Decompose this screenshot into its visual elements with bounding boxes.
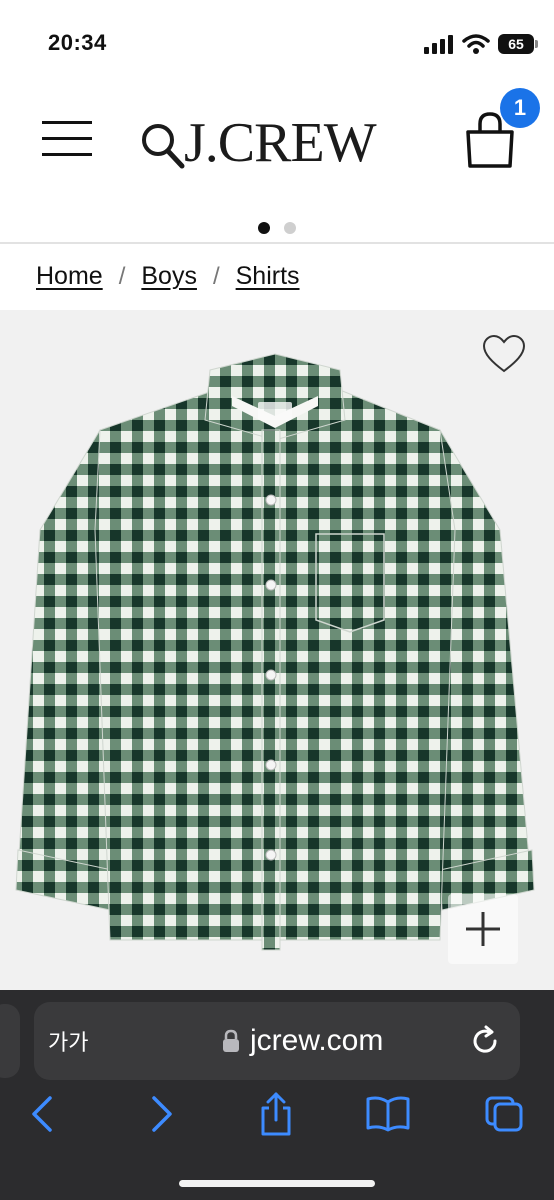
- carousel-dot-2[interactable]: [284, 222, 296, 234]
- chevron-left-icon: [32, 1096, 52, 1132]
- tabs-icon: [485, 1096, 523, 1132]
- share-icon: [261, 1092, 291, 1136]
- battery-icon: 65: [498, 34, 538, 54]
- quick-add-button[interactable]: [448, 894, 518, 964]
- share-button[interactable]: [252, 1090, 300, 1138]
- url-text: jcrew.com: [250, 1024, 384, 1057]
- site-header: J.CREW 1: [0, 80, 554, 210]
- url-display[interactable]: jcrew.com: [222, 1024, 383, 1058]
- breadcrumb-separator: /: [212, 262, 220, 290]
- battery-level: 65: [508, 36, 524, 52]
- hamburger-icon-bar: [42, 153, 92, 156]
- page-settings-button[interactable]: 가가: [48, 1025, 88, 1057]
- reload-icon[interactable]: [468, 1024, 502, 1058]
- hamburger-icon-bar: [42, 137, 92, 140]
- breadcrumb-shirts[interactable]: Shirts: [236, 262, 300, 291]
- product-image-area[interactable]: [0, 310, 554, 990]
- breadcrumb-boys[interactable]: Boys: [141, 262, 197, 291]
- hamburger-icon: [42, 121, 92, 124]
- breadcrumb-separator: /: [118, 262, 126, 290]
- brand-logo: J.CREW: [184, 112, 377, 174]
- status-time: 20:34: [48, 30, 107, 55]
- back-button[interactable]: [18, 1090, 66, 1138]
- book-icon: [366, 1096, 410, 1132]
- product-image: [15, 353, 535, 951]
- tabs-button[interactable]: [480, 1090, 528, 1138]
- chevron-right-icon: [152, 1096, 172, 1132]
- heart-icon[interactable]: [482, 334, 526, 374]
- cellular-signal-icon: [424, 35, 453, 54]
- status-icons: 65: [424, 32, 538, 56]
- menu-button[interactable]: [42, 121, 92, 157]
- breadcrumb: Home / Boys / Shirts: [36, 262, 300, 291]
- bookmarks-button[interactable]: [364, 1090, 412, 1138]
- browser-toolbar: 가가 jcrew.com: [0, 990, 554, 1200]
- cart-count-badge: 1: [500, 88, 540, 128]
- address-bar[interactable]: 가가 jcrew.com: [34, 1002, 520, 1080]
- carousel-dot-1[interactable]: [258, 222, 270, 234]
- carousel-dots: [258, 222, 296, 234]
- header-divider: [0, 242, 554, 244]
- logo-link[interactable]: J.CREW: [140, 108, 377, 178]
- lock-icon: [223, 1029, 239, 1052]
- previous-tab-preview[interactable]: [0, 1004, 20, 1078]
- forward-button[interactable]: [138, 1090, 186, 1138]
- home-indicator: [179, 1180, 375, 1187]
- plus-icon: [466, 912, 500, 946]
- wifi-icon: [462, 34, 490, 54]
- search-icon[interactable]: [140, 120, 186, 172]
- breadcrumb-home[interactable]: Home: [36, 262, 103, 291]
